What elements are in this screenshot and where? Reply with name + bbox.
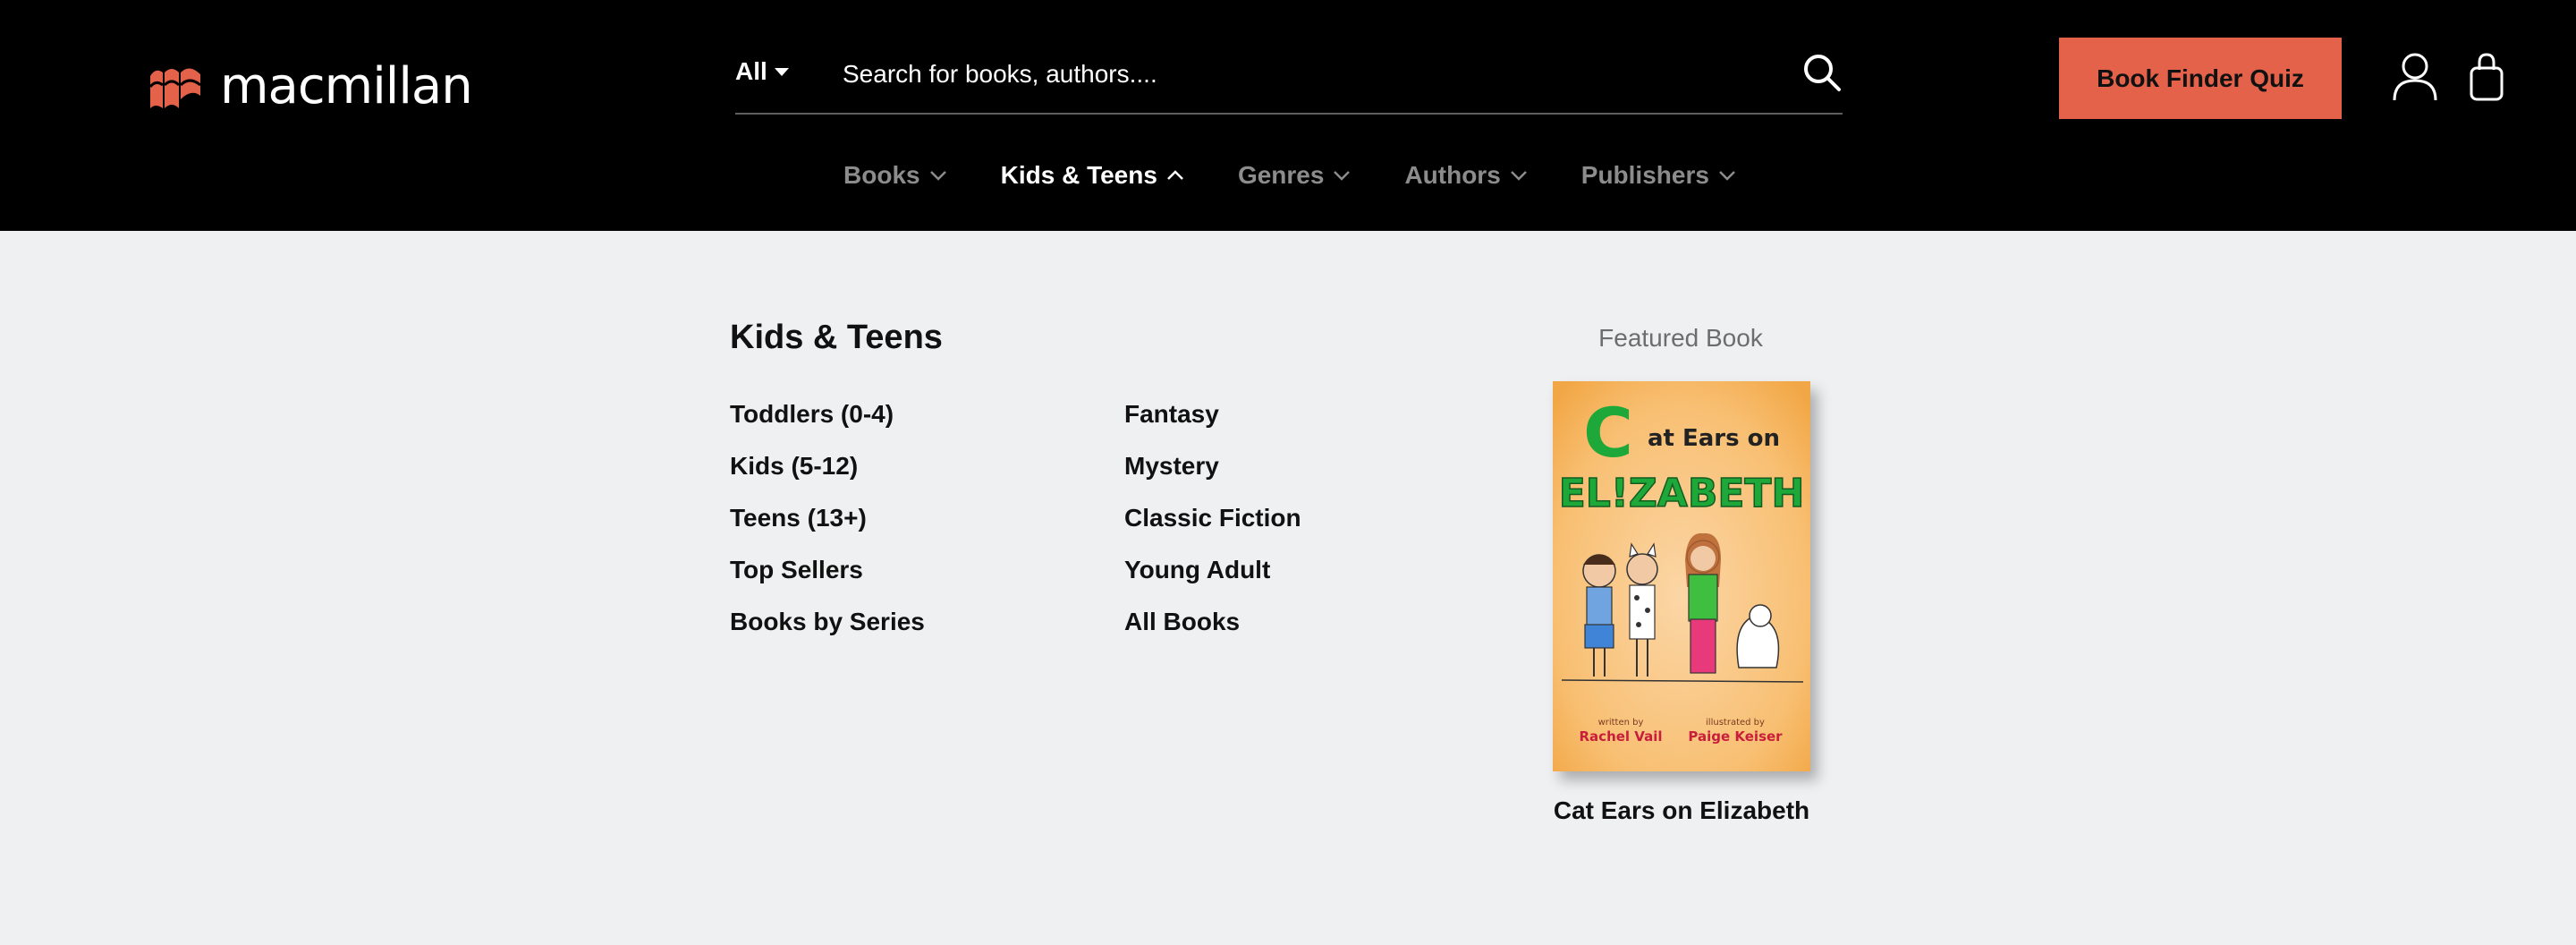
chevron-up-icon — [1167, 170, 1183, 180]
search-input[interactable] — [843, 52, 1737, 97]
main-nav: Books Kids & Teens Genres Authors Publis… — [0, 154, 2576, 197]
cover-title-line2: EL!ZABETH — [1559, 471, 1805, 516]
nav-item-label: Kids & Teens — [1000, 161, 1157, 189]
chevron-down-icon — [1510, 171, 1527, 181]
dropdown-title: Kids & Teens — [730, 319, 943, 356]
account-icon[interactable] — [2392, 52, 2438, 102]
nav-item-label: Books — [843, 161, 920, 189]
site-header: macmillan All Book Finder Quiz Books Kid… — [0, 0, 2576, 231]
nav-item-books[interactable]: Books — [843, 154, 947, 197]
caret-down-icon — [774, 67, 789, 76]
link-teens[interactable]: Teens (13+) — [730, 498, 925, 549]
macmillan-logo[interactable]: macmillan — [148, 57, 473, 115]
cover-illustrator: Paige Keiser — [1688, 728, 1783, 745]
chevron-down-icon — [1719, 171, 1735, 181]
search-icon[interactable] — [1801, 52, 1843, 93]
cover-title-line1: at Ears on — [1648, 425, 1780, 452]
featured-book-title[interactable]: Cat Ears on Elizabeth — [1503, 796, 1860, 825]
nav-item-label: Authors — [1404, 161, 1501, 189]
link-young-adult[interactable]: Young Adult — [1124, 549, 1301, 601]
book-finder-quiz-button[interactable]: Book Finder Quiz — [2059, 38, 2342, 119]
link-books-by-series[interactable]: Books by Series — [730, 601, 925, 653]
chevron-down-icon — [1334, 171, 1351, 181]
shopping-bag-icon[interactable] — [2469, 52, 2504, 102]
link-classic-fiction[interactable]: Classic Fiction — [1124, 498, 1301, 549]
nav-item-authors[interactable]: Authors — [1404, 154, 1527, 197]
nav-item-label: Publishers — [1580, 161, 1709, 189]
nav-item-publishers[interactable]: Publishers — [1581, 154, 1736, 197]
featured-book-label: Featured Book — [1598, 324, 1763, 352]
cover-big-letter: C — [1583, 393, 1633, 472]
macmillan-logo-icon — [148, 67, 201, 108]
search-scope-dropdown[interactable]: All — [735, 57, 789, 86]
nav-item-label: Genres — [1237, 161, 1325, 189]
cover-written-by: written by — [1598, 718, 1644, 728]
nav-item-kids-teens[interactable]: Kids & Teens — [1001, 154, 1184, 197]
nav-item-genres[interactable]: Genres — [1238, 154, 1352, 197]
search-bar: All — [735, 45, 1843, 115]
cover-illustrated-by: illustrated by — [1706, 718, 1765, 728]
link-fantasy[interactable]: Fantasy — [1124, 394, 1301, 446]
category-column-age: Toddlers (0-4) Kids (5-12) Teens (13+) T… — [730, 394, 925, 653]
link-kids[interactable]: Kids (5-12) — [730, 446, 925, 498]
link-mystery[interactable]: Mystery — [1124, 446, 1301, 498]
link-top-sellers[interactable]: Top Sellers — [730, 549, 925, 601]
category-column-genre: Fantasy Mystery Classic Fiction Young Ad… — [1124, 394, 1301, 653]
featured-book-cover[interactable]: C at Ears on EL!ZABETH written by Rachel… — [1553, 381, 1810, 771]
chevron-down-icon — [929, 171, 946, 181]
brand-name: macmillan — [220, 57, 473, 115]
cover-author: Rachel Vail — [1580, 728, 1663, 745]
link-toddlers[interactable]: Toddlers (0-4) — [730, 394, 925, 446]
search-scope-label: All — [735, 57, 767, 85]
link-all-books[interactable]: All Books — [1124, 601, 1301, 653]
